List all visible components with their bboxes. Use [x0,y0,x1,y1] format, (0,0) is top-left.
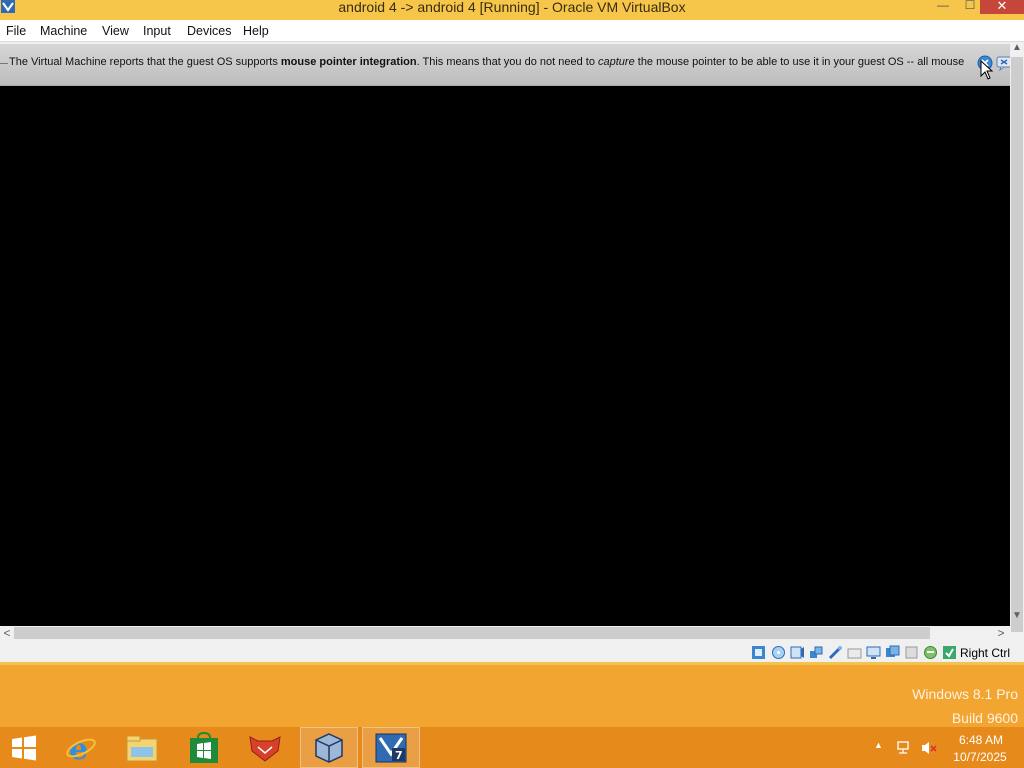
shared-folders-icon[interactable] [847,645,862,660]
taskbar-virtualbox-vm[interactable]: 7 [362,727,420,768]
notice-text: The Virtual Machine reports that the gue… [9,56,964,68]
audio-icon[interactable] [790,645,805,660]
scroll-left-button[interactable]: < [0,626,14,640]
host-key-label: Right Ctrl [960,646,1011,660]
mouse-integration-icon[interactable] [923,645,938,660]
store-icon [190,732,218,763]
notice-separator [0,63,8,64]
file-explorer-icon [126,735,158,762]
notice-text-part1: The Virtual Machine reports that the gue… [9,56,281,68]
usb-icon[interactable] [828,645,843,660]
taskbar-internet-explorer[interactable]: e [54,727,112,768]
close-button[interactable]: ✕ [980,0,1024,14]
scroll-right-button[interactable]: > [994,626,1008,640]
virtualbox-vm-icon: 7 [375,733,407,763]
minimize-button[interactable]: — [928,0,958,14]
horizontal-scroll-thumb[interactable] [14,627,930,639]
vm-display[interactable] [0,86,1010,626]
show-hidden-icons-button[interactable]: ▲ [874,740,883,750]
clock-time[interactable]: 6:48 AM [956,733,1006,747]
mouse-cursor-icon [980,60,994,80]
hard-disk-icon[interactable] [751,645,766,660]
display-icon[interactable] [866,645,881,660]
volume-muted-icon[interactable] [920,740,938,756]
network-tray-icon[interactable] [896,740,914,756]
optical-drive-icon[interactable] [771,645,786,660]
taskbar-store[interactable] [176,727,234,768]
notice-text-bold: mouse pointer integration [280,56,417,68]
taskbar-fox-app[interactable] [238,727,296,768]
virtualization-icon[interactable] [904,645,919,660]
notice-text-part3: the mouse pointer to be able to use it i… [634,56,965,68]
windows-build-watermark: Build 9600 [951,710,1018,726]
menu-view[interactable]: View [102,24,129,38]
menu-devices[interactable]: Devices [187,24,231,38]
notice-text-italic: capture [598,56,635,68]
title-bar[interactable]: android 4 -> android 4 [Running] - Oracl… [0,0,1024,20]
menu-input[interactable]: Input [143,24,171,38]
menu-help[interactable]: Help [243,24,269,38]
menu-file[interactable]: File [6,24,26,38]
vertical-scroll-thumb[interactable] [1011,57,1023,632]
windows-version-watermark: Windows 8.1 Pro [912,686,1018,702]
svg-text:7: 7 [395,749,403,762]
horizontal-scrollbar[interactable]: < > [0,626,1010,640]
internet-explorer-icon: e [66,732,96,764]
clock-date[interactable]: 10/7/2025 [952,750,1008,764]
video-capture-icon[interactable] [885,645,900,660]
window-title: android 4 -> android 4 [Running] - Oracl… [338,0,686,15]
host-key-icon[interactable] [942,645,957,660]
notice-text-part2: . This means that you do not need to [416,56,598,68]
taskbar-file-explorer[interactable] [114,727,172,768]
scroll-down-button[interactable]: ▼ [1010,610,1024,621]
network-icon[interactable] [809,645,824,660]
taskbar-virtualbox-manager[interactable] [300,727,358,768]
scroll-up-button[interactable]: ▲ [1010,42,1024,53]
virtualbox-icon [315,733,343,763]
start-icon [12,735,36,761]
svg-text:e: e [69,732,88,764]
menu-machine[interactable]: Machine [40,24,87,38]
virtualbox-window: android 4 -> android 4 [Running] - Oracl… [0,0,1024,665]
start-button[interactable] [0,727,58,768]
menu-bar: File Machine View Input Devices Help [0,20,1024,42]
vertical-scrollbar[interactable]: ▲ ▼ [1010,42,1024,632]
fox-app-icon [249,736,281,762]
mouse-integration-notice: The Virtual Machine reports that the gue… [0,44,1010,86]
